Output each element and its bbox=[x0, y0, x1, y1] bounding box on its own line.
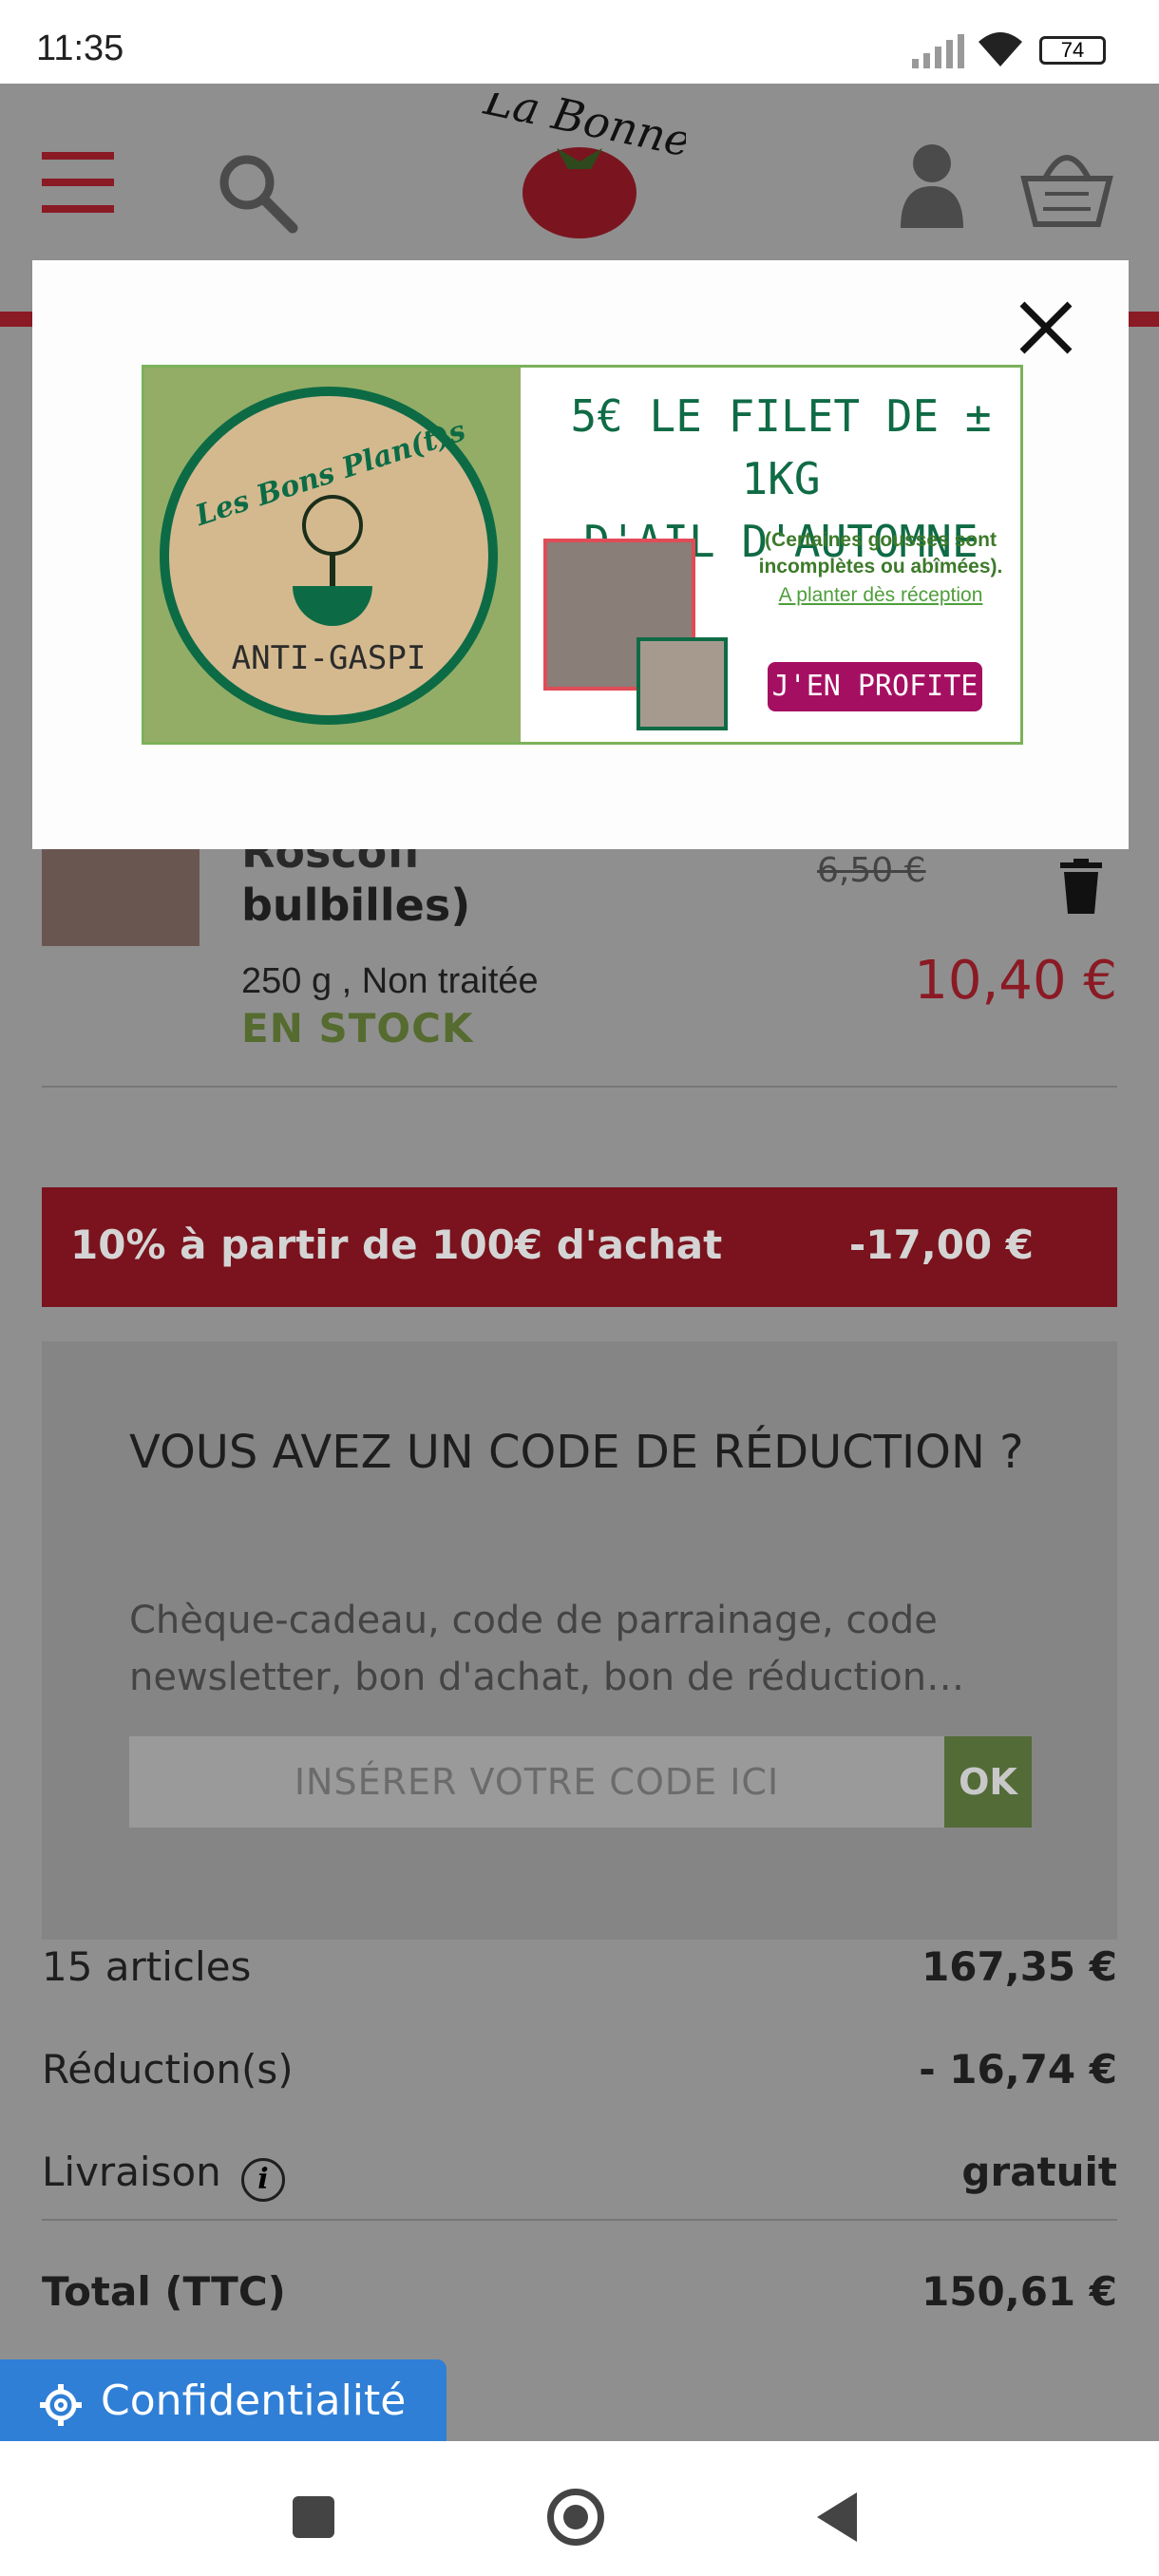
close-popup-button[interactable] bbox=[1013, 294, 1079, 361]
system-nav-bar bbox=[0, 2441, 1159, 2576]
apply-code-button[interactable]: OK bbox=[944, 1736, 1032, 1828]
item-price: 10,40 € bbox=[914, 950, 1117, 1012]
articles-value: 167,35 € bbox=[922, 1943, 1117, 1990]
reduction-value: - 16,74 € bbox=[919, 2046, 1117, 2093]
basket-icon bbox=[1020, 155, 1113, 227]
signal-icon bbox=[912, 34, 964, 68]
discount-code-input[interactable]: INSÉRER VOTRE CODE ICI bbox=[129, 1736, 944, 1828]
wifi-icon bbox=[978, 32, 1022, 66]
delivery-value: gratuit bbox=[961, 2149, 1117, 2195]
tree-earth-icon bbox=[293, 495, 372, 626]
banner-cta-button[interactable]: J'EN PROFITE bbox=[768, 662, 982, 711]
close-icon bbox=[1019, 301, 1073, 354]
back-icon[interactable] bbox=[813, 2491, 859, 2544]
badge-bottom-text: ANTI-GASPI bbox=[231, 639, 427, 677]
anti-gaspi-badge: Les Bons Plan(t)s ANTI-GASPI bbox=[160, 387, 498, 725]
status-bar: 11:35 74 bbox=[0, 0, 1159, 84]
promo-label: 10% à partir de 100€ d'achat bbox=[70, 1222, 723, 1268]
promo-amount: -17,00 € bbox=[848, 1222, 1034, 1268]
account-button[interactable] bbox=[899, 142, 965, 228]
banner-note: (Certaines gousses sont incomplètes ou a… bbox=[758, 529, 1003, 578]
product-name[interactable]: bulbilles) bbox=[241, 880, 470, 931]
promo-popup: Les Bons Plan(t)s ANTI-GASPI 5€ LE FILET… bbox=[32, 260, 1129, 849]
total-label: Total (TTC) bbox=[42, 2268, 286, 2315]
info-icon[interactable]: i bbox=[241, 2158, 285, 2202]
gear-icon bbox=[40, 2384, 82, 2426]
trash-icon bbox=[1060, 859, 1102, 914]
product-details: 250 g , Non traitée bbox=[241, 961, 539, 1001]
battery-level: 74 bbox=[1060, 38, 1085, 62]
delivery-label: Livraison bbox=[42, 2149, 221, 2195]
old-price: 6,50 € bbox=[817, 851, 926, 890]
tomato-logo-icon: La Bonne bbox=[480, 73, 695, 238]
privacy-label: Confidentialité bbox=[101, 2377, 407, 2425]
user-icon bbox=[901, 144, 963, 228]
articles-label: 15 articles bbox=[42, 1943, 252, 1990]
stock-status: EN STOCK bbox=[241, 1005, 474, 1051]
recent-apps-icon[interactable] bbox=[293, 2496, 334, 2538]
garlic-closeup-photo bbox=[636, 637, 728, 730]
divider bbox=[42, 1086, 1117, 1088]
discount-code-description: Chèque-cadeau, code de parrainage, code … bbox=[129, 1599, 965, 1699]
status-time: 11:35 bbox=[36, 28, 124, 68]
promo-banner: 10% à partir de 100€ d'achat -17,00 € bbox=[42, 1187, 1117, 1307]
search-icon bbox=[219, 155, 298, 234]
cart-button[interactable] bbox=[1016, 137, 1117, 228]
banner-headline-1: 5€ LE FILET DE ± 1KG bbox=[570, 390, 992, 504]
total-value: 150,61 € bbox=[922, 2268, 1117, 2315]
battery-icon: 74 bbox=[1039, 36, 1106, 65]
product-thumbnail[interactable] bbox=[42, 845, 200, 946]
divider bbox=[42, 2219, 1117, 2221]
home-icon[interactable] bbox=[547, 2489, 604, 2546]
delete-item-button[interactable] bbox=[1060, 859, 1102, 914]
banner-note-link[interactable]: A planter dès réception bbox=[752, 584, 1009, 607]
search-button[interactable] bbox=[215, 150, 298, 234]
site-logo[interactable]: La Bonne bbox=[471, 73, 695, 255]
privacy-button[interactable]: Confidentialité bbox=[0, 2359, 446, 2445]
anti-gaspi-banner[interactable]: Les Bons Plan(t)s ANTI-GASPI 5€ LE FILET… bbox=[142, 365, 1023, 745]
reduction-label: Réduction(s) bbox=[42, 2046, 294, 2093]
hamburger-icon bbox=[42, 152, 114, 213]
menu-button[interactable] bbox=[42, 148, 114, 217]
discount-code-title: VOUS AVEZ UN CODE DE RÉDUCTION ? bbox=[129, 1426, 1024, 1479]
